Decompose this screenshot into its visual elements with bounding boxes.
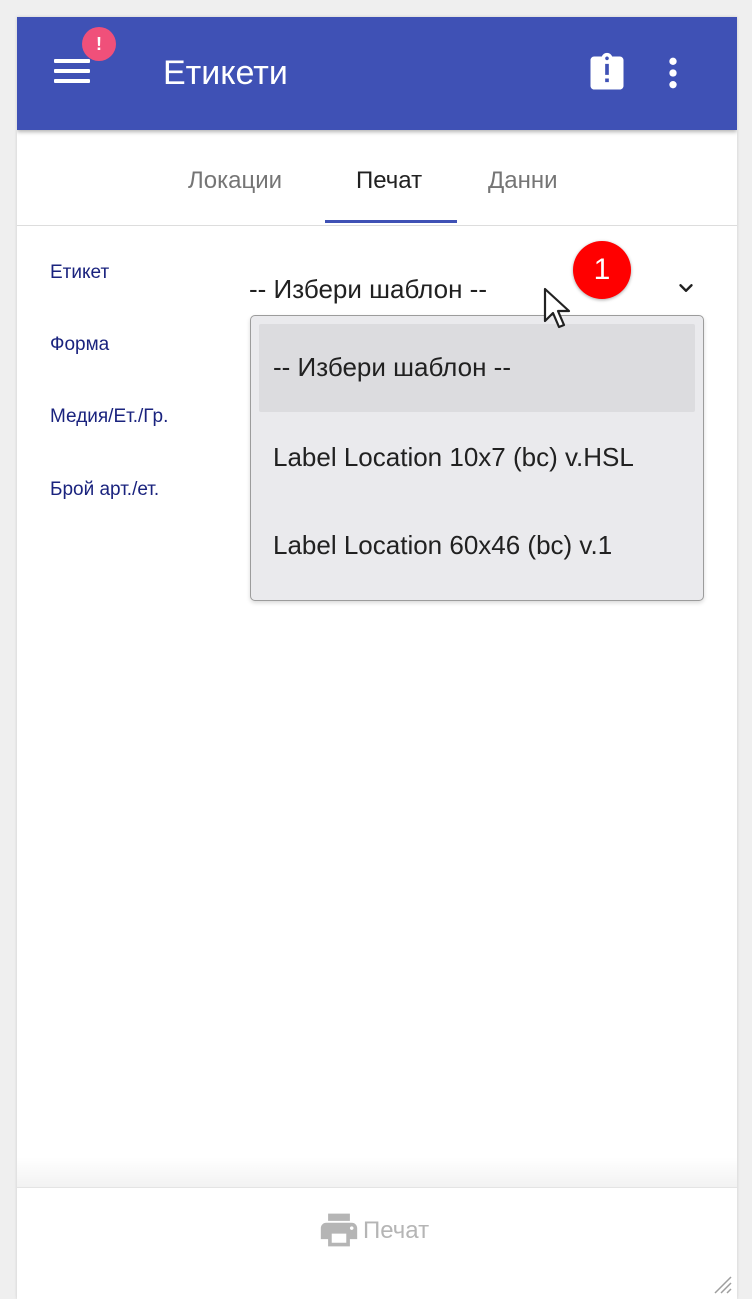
items-per-label-label: Брой арт./ет. xyxy=(50,479,160,500)
dropdown-option[interactable]: Label Location 10x7 (bc) v.HSL xyxy=(259,414,695,502)
bottom-bar: Печат xyxy=(17,1187,737,1299)
tab-print[interactable]: Печат xyxy=(356,166,422,196)
template-select-value: -- Избери шаблон -- xyxy=(249,274,487,304)
media-label: Медия/Ет./Гр. xyxy=(50,406,169,427)
resize-handle-icon[interactable] xyxy=(709,1271,733,1295)
template-dropdown-list: -- Избери шаблон -- Label Location 10x7 … xyxy=(250,315,704,601)
chevron-down-icon xyxy=(675,277,697,299)
dropdown-option[interactable]: Label Location 60x46 (bc) v.1 xyxy=(259,502,695,590)
menu-icon[interactable] xyxy=(51,53,91,93)
app-window: ! Етикети Локации Печат Данни Етикет Фор… xyxy=(17,17,737,1299)
printer-icon xyxy=(317,1210,361,1250)
page-title: Етикети xyxy=(163,54,288,92)
template-select[interactable]: -- Избери шаблон -- xyxy=(249,265,709,309)
clipboard-alert-icon[interactable] xyxy=(585,51,629,95)
tab-locations[interactable]: Локации xyxy=(188,166,282,196)
alert-badge: ! xyxy=(82,27,116,61)
app-bar: ! Етикети xyxy=(17,17,737,130)
dropdown-option[interactable]: -- Избери шаблон -- xyxy=(259,324,695,412)
mouse-pointer-icon xyxy=(543,287,573,331)
step-number-badge: 1 xyxy=(573,241,631,299)
form-label: Форма xyxy=(50,334,110,355)
tab-data[interactable]: Данни xyxy=(488,166,558,196)
bottom-bar-shadow xyxy=(17,1157,737,1187)
print-button[interactable]: Печат xyxy=(317,1208,447,1254)
print-button-label: Печат xyxy=(363,1217,430,1244)
more-vertical-icon[interactable] xyxy=(653,51,693,95)
active-tab-indicator xyxy=(325,220,457,223)
tab-bar: Локации Печат Данни xyxy=(17,130,737,226)
label-template-label: Етикет xyxy=(50,262,110,283)
